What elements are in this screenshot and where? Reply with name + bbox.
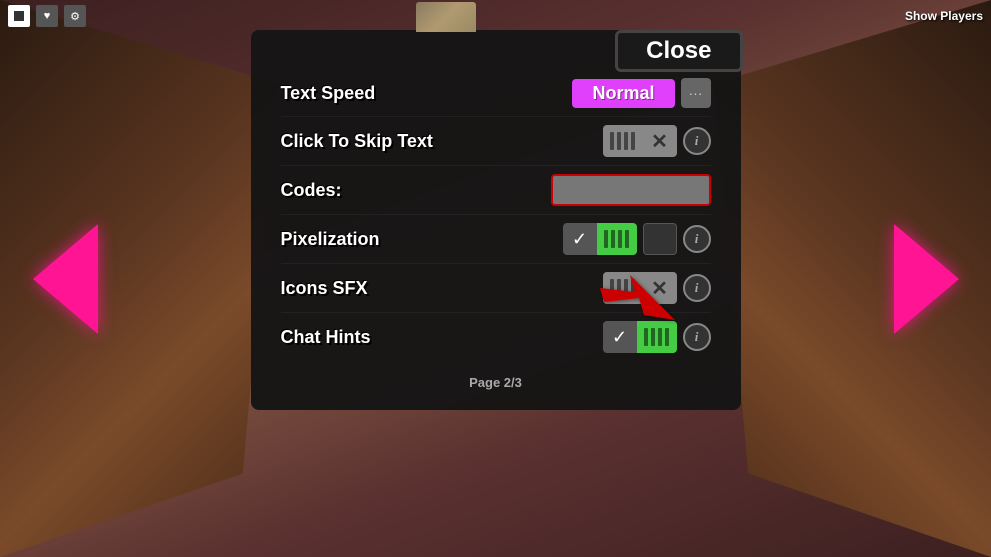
text-speed-more-button[interactable]: ···: [681, 78, 711, 108]
pixelization-info-button[interactable]: i: [683, 225, 711, 253]
bar3: [618, 230, 622, 248]
dialog-content: Text Speed Normal ··· Click To Skip Text: [251, 50, 741, 390]
icons-sfx-label: Icons SFX: [281, 278, 368, 299]
toggle-check-icon: ✓: [563, 223, 597, 255]
chat-hints-toggle[interactable]: ✓: [603, 321, 677, 353]
chat-hints-row: Chat Hints ✓ i: [281, 313, 711, 361]
text-speed-controls: Normal ···: [572, 78, 710, 108]
health-icon: ♥: [36, 5, 58, 27]
bar2: [611, 230, 615, 248]
codes-label: Codes:: [281, 180, 342, 201]
bar4: [631, 279, 635, 297]
bar1: [610, 279, 614, 297]
icons-sfx-row: Icons SFX ✕ i: [281, 264, 711, 313]
icons-sfx-toggle[interactable]: ✕: [603, 272, 677, 304]
show-players-button[interactable]: Show Players: [905, 9, 983, 23]
left-arrow-icon: [33, 224, 98, 334]
top-bar: ♥ ⚙ Show Players: [0, 0, 991, 32]
pixelization-row: Pixelization ✓ i: [281, 215, 711, 264]
bar2: [617, 132, 621, 150]
settings-dialog: Close Text Speed Normal ··· Click To Ski…: [251, 30, 741, 410]
click-to-skip-info-button[interactable]: i: [683, 127, 711, 155]
roblox-icon: [8, 5, 30, 27]
bar2: [651, 328, 655, 346]
text-speed-label: Text Speed: [281, 83, 376, 104]
toggle-check-icon: ✓: [603, 321, 637, 353]
pixelization-preview: [643, 223, 677, 255]
more-icon: ···: [689, 85, 703, 101]
bar1: [610, 132, 614, 150]
arrow-right-button[interactable]: [891, 219, 961, 339]
icons-sfx-controls: ✕ i: [603, 272, 711, 304]
top-bar-left: ♥ ⚙: [8, 5, 86, 27]
toggle-bars-gray: [603, 272, 643, 304]
codes-controls: [551, 174, 711, 206]
click-to-skip-controls: ✕ i: [603, 125, 711, 157]
bar1: [644, 328, 648, 346]
pixelization-label: Pixelization: [281, 229, 380, 250]
bar3: [624, 279, 628, 297]
bar4: [625, 230, 629, 248]
page-indicator: Page 2/3: [281, 375, 711, 390]
toggle-bars-green: [637, 321, 677, 353]
text-speed-row: Text Speed Normal ···: [281, 70, 711, 117]
click-to-skip-label: Click To Skip Text: [281, 131, 433, 152]
toggle-bars-gray: [603, 125, 643, 157]
chat-hints-controls: ✓ i: [603, 321, 711, 353]
toggle-bars-green: [597, 223, 637, 255]
chat-hints-info-button[interactable]: i: [683, 323, 711, 351]
pixelization-toggle[interactable]: ✓: [563, 223, 637, 255]
bar2: [617, 279, 621, 297]
chat-hints-label: Chat Hints: [281, 327, 371, 348]
gear-icon[interactable]: ⚙: [64, 5, 86, 27]
bar4: [631, 132, 635, 150]
click-to-skip-row: Click To Skip Text ✕ i: [281, 117, 711, 166]
bar3: [658, 328, 662, 346]
pixelization-controls: ✓ i: [563, 223, 711, 255]
icons-sfx-info-button[interactable]: i: [683, 274, 711, 302]
arrow-left-button[interactable]: [30, 219, 100, 339]
codes-row: Codes:: [281, 166, 711, 215]
click-to-skip-toggle[interactable]: ✕: [603, 125, 677, 157]
codes-input[interactable]: [551, 174, 711, 206]
close-button[interactable]: Close: [615, 30, 742, 72]
text-speed-normal-button[interactable]: Normal: [572, 79, 674, 108]
bar1: [604, 230, 608, 248]
dialog-top-image: [416, 2, 476, 32]
bar4: [665, 328, 669, 346]
toggle-x-icon: ✕: [643, 272, 677, 304]
right-arrow-icon: [894, 224, 959, 334]
bar3: [624, 132, 628, 150]
toggle-x-icon: ✕: [643, 125, 677, 157]
